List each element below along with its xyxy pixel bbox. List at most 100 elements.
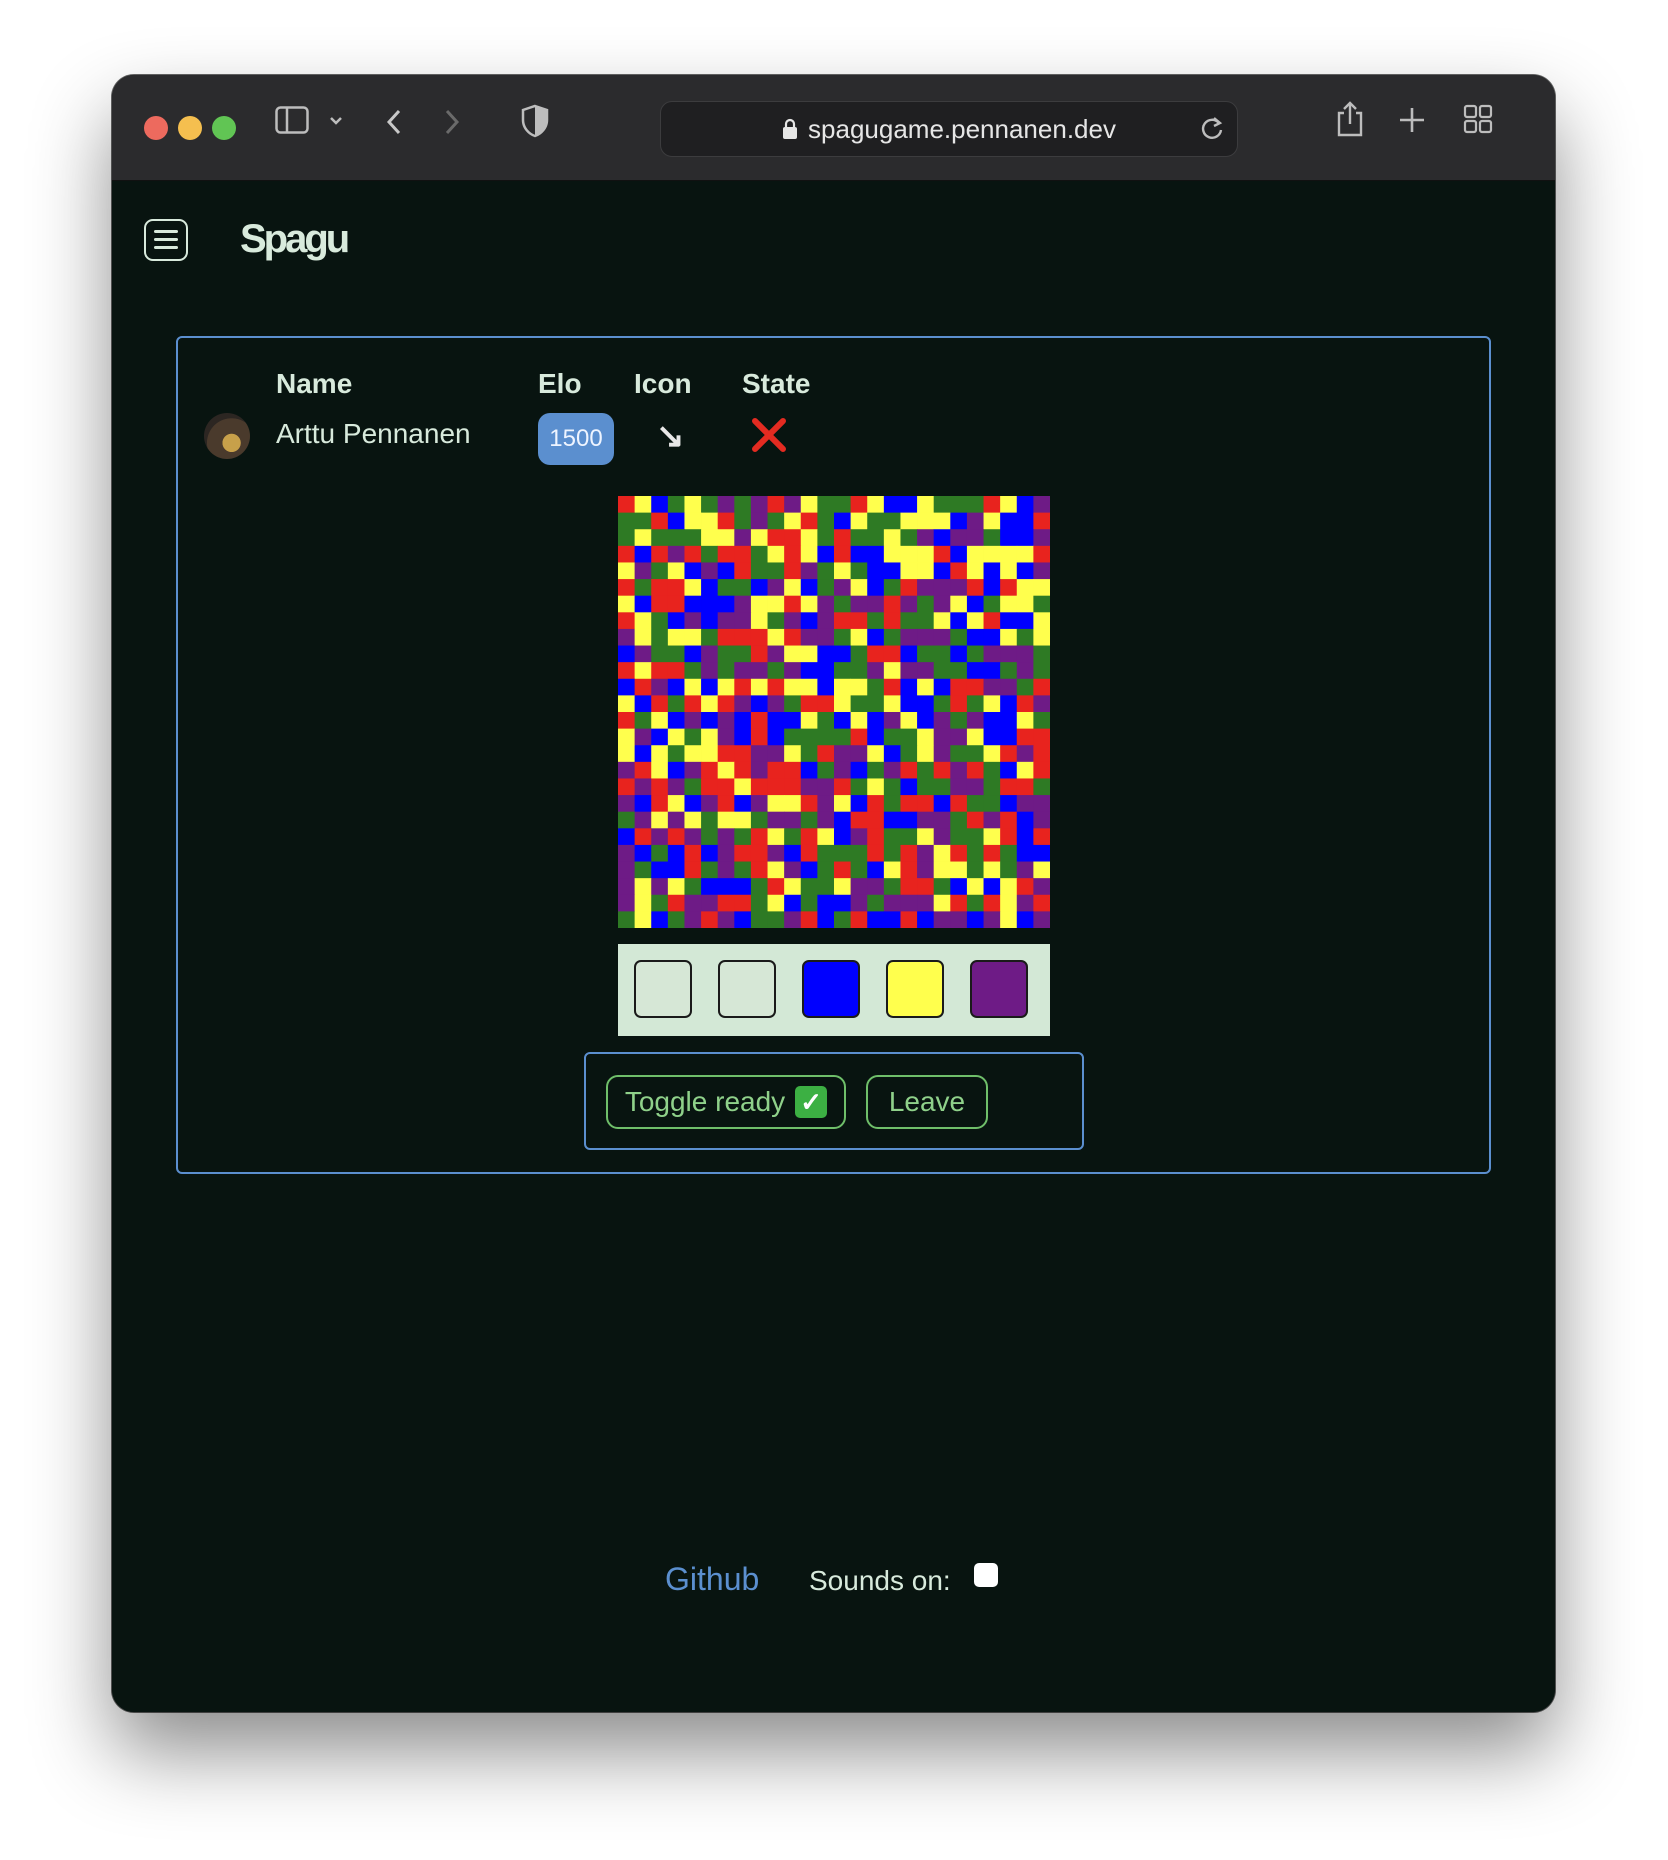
board-cell	[800, 579, 818, 597]
brand-logo[interactable]: Spagu	[240, 217, 350, 262]
board-cell	[834, 562, 852, 580]
board-cell	[917, 496, 935, 514]
board-cell	[917, 844, 935, 862]
footer: Github Sounds on:	[112, 1561, 1555, 1621]
close-window-button[interactable]	[144, 116, 168, 140]
share-icon[interactable]	[1334, 99, 1366, 139]
menu-button[interactable]	[144, 219, 188, 261]
board-cell	[983, 529, 1001, 547]
board-cell	[618, 645, 636, 663]
palette-swatch[interactable]	[886, 960, 944, 1018]
board-cell	[900, 811, 918, 829]
palette-swatch[interactable]	[802, 960, 860, 1018]
board-cell	[618, 894, 636, 912]
board-cell	[750, 844, 768, 862]
board-cell	[867, 496, 885, 514]
board-cell	[900, 795, 918, 813]
board-cell	[734, 545, 752, 563]
chevron-down-icon[interactable]	[326, 111, 346, 131]
zoom-window-button[interactable]	[212, 116, 236, 140]
board-cell	[1016, 595, 1034, 613]
reload-icon[interactable]	[1199, 114, 1225, 149]
board-cell	[634, 678, 652, 696]
sounds-label: Sounds on:	[809, 1565, 951, 1596]
page-content: Spagu Name Elo Icon State Arttu Pennanen…	[112, 181, 1555, 1712]
board-cell	[834, 612, 852, 630]
board-cell	[900, 496, 918, 514]
board-cell	[933, 545, 951, 563]
board-cell	[917, 645, 935, 663]
board-cell	[966, 761, 984, 779]
board-cell	[1000, 878, 1018, 896]
board-cell	[667, 695, 685, 713]
board-cell	[883, 911, 901, 928]
board-cell	[933, 745, 951, 763]
board-cell	[834, 678, 852, 696]
board-cell	[900, 778, 918, 796]
board-cell	[950, 778, 968, 796]
new-tab-icon[interactable]	[1397, 105, 1427, 135]
board-cell	[817, 529, 835, 547]
check-icon: ✓	[795, 1086, 828, 1118]
board-cell	[701, 844, 719, 862]
board-cell	[900, 662, 918, 680]
palette-swatch[interactable]	[970, 960, 1028, 1018]
shield-icon[interactable]	[520, 103, 550, 139]
board-cell	[883, 562, 901, 580]
palette-swatch[interactable]	[718, 960, 776, 1018]
board-cell	[867, 911, 885, 928]
board-cell	[701, 562, 719, 580]
board-cell	[1033, 628, 1050, 646]
board-cell	[1000, 894, 1018, 912]
board-cell	[618, 678, 636, 696]
board-cell	[618, 911, 636, 928]
palette-swatch[interactable]	[634, 960, 692, 1018]
board-cell	[867, 529, 885, 547]
board-cell	[1016, 529, 1034, 547]
board-cell	[1000, 662, 1018, 680]
board-cell	[867, 545, 885, 563]
address-bar[interactable]: spagugame.pennanen.dev	[660, 101, 1238, 157]
minimize-window-button[interactable]	[178, 116, 202, 140]
sounds-checkbox[interactable]	[974, 1563, 998, 1587]
board-cell	[850, 529, 868, 547]
board-cell	[1033, 878, 1050, 896]
board-cell	[834, 695, 852, 713]
board-cell	[750, 529, 768, 547]
board-cell	[983, 911, 1001, 928]
game-board[interactable]	[618, 496, 1050, 928]
board-cell	[651, 712, 669, 730]
board-cell	[867, 612, 885, 630]
board-cell	[983, 761, 1001, 779]
forward-icon[interactable]	[440, 105, 464, 139]
board-cell	[750, 595, 768, 613]
board-cell	[684, 811, 702, 829]
board-cell	[1033, 811, 1050, 829]
board-cell	[850, 778, 868, 796]
sidebar-toggle-icon[interactable]	[274, 105, 310, 135]
board-cell	[917, 828, 935, 846]
board-cell	[634, 844, 652, 862]
leave-button[interactable]: Leave	[866, 1075, 988, 1129]
board-cell	[834, 811, 852, 829]
board-cell	[767, 745, 785, 763]
back-icon[interactable]	[382, 105, 406, 139]
board-cell	[1000, 712, 1018, 730]
board-cell	[1000, 778, 1018, 796]
board-cell	[917, 628, 935, 646]
board-cell	[917, 712, 935, 730]
board-cell	[883, 545, 901, 563]
toggle-ready-button[interactable]: Toggle ready ✓	[606, 1075, 846, 1129]
board-cell	[667, 512, 685, 530]
board-cell	[966, 595, 984, 613]
tab-overview-icon[interactable]	[1462, 103, 1494, 135]
board-cell	[950, 894, 968, 912]
board-cell	[1000, 861, 1018, 879]
board-cell	[651, 529, 669, 547]
header-state: State	[742, 368, 811, 399]
board-cell	[883, 662, 901, 680]
board-cell	[651, 894, 669, 912]
board-cell	[800, 712, 818, 730]
board-cell	[966, 562, 984, 580]
github-link[interactable]: Github	[665, 1561, 759, 1598]
